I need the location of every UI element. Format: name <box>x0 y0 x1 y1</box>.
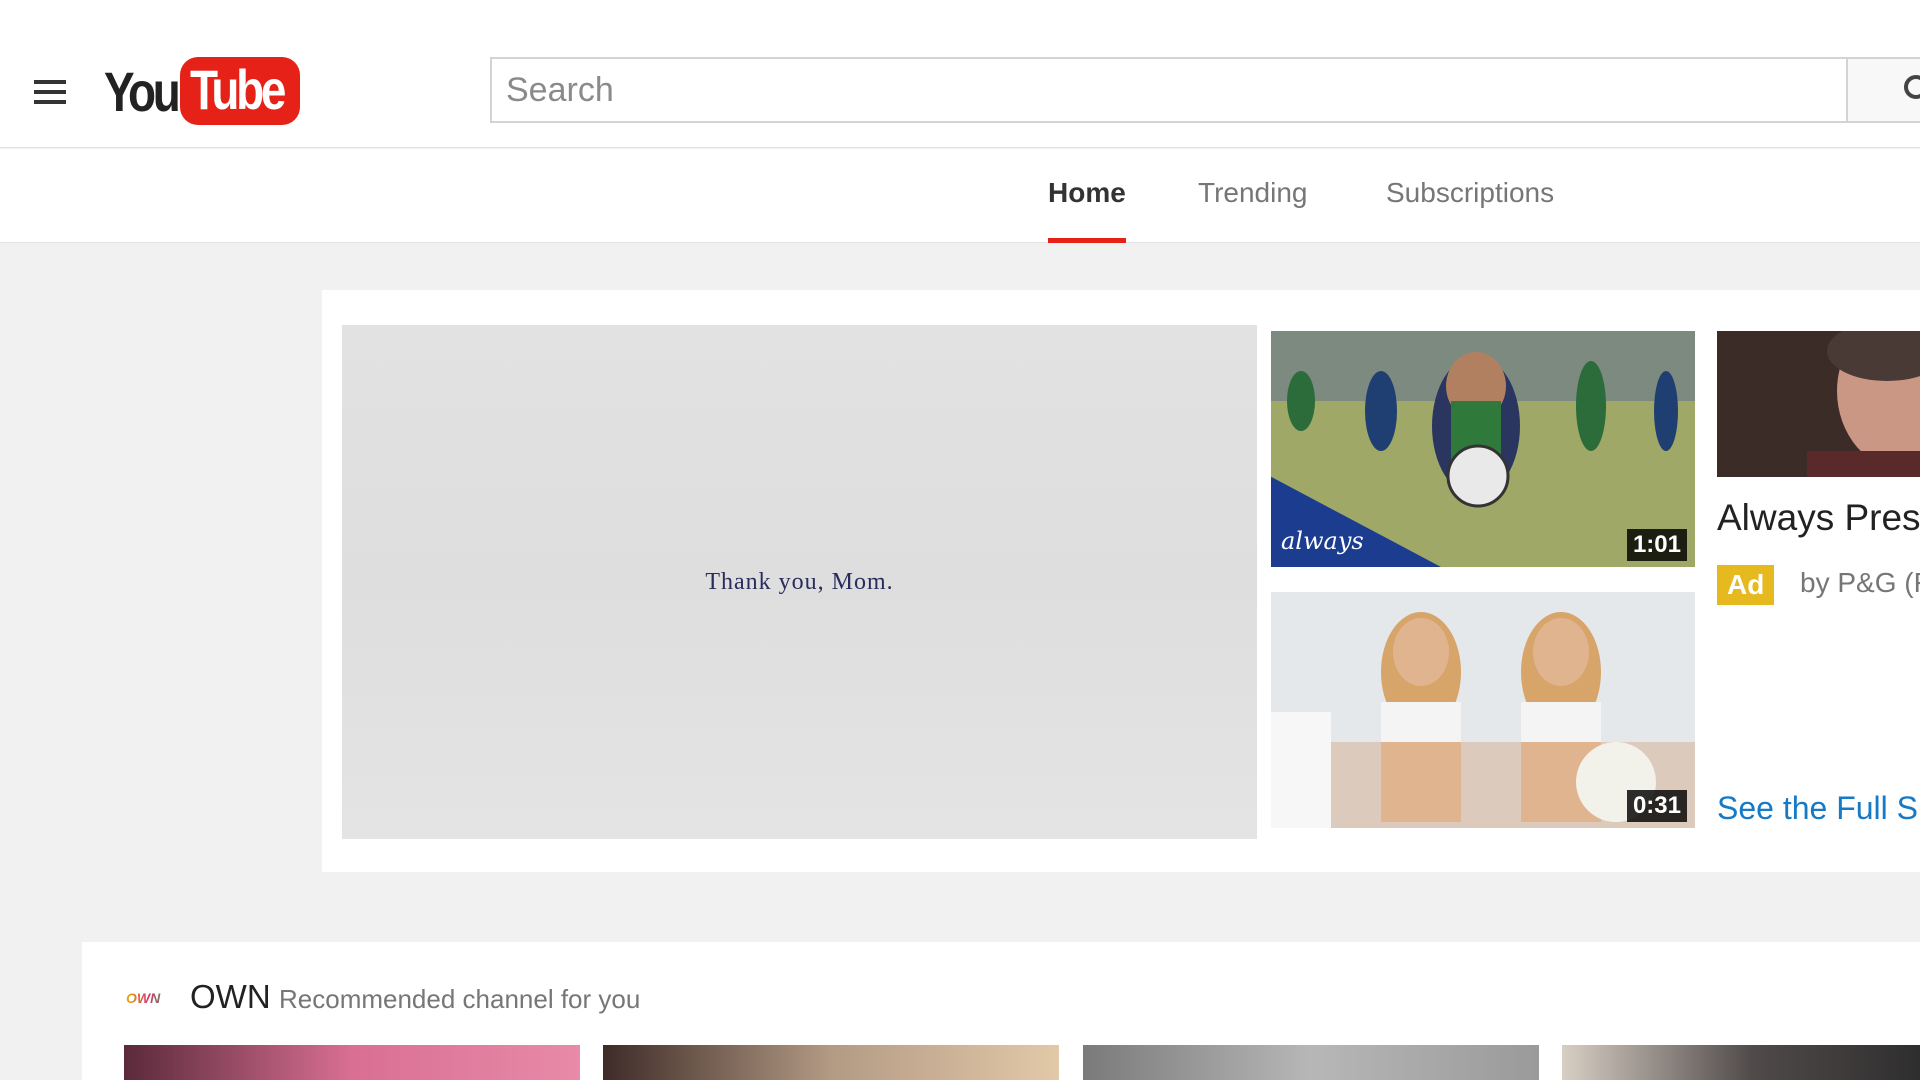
tab-subscriptions[interactable]: Subscriptions <box>1386 177 1554 243</box>
menu-icon[interactable] <box>34 80 68 104</box>
promo-link[interactable]: See the Full S <box>1717 790 1918 827</box>
tab-trending[interactable]: Trending <box>1198 177 1307 243</box>
search-box <box>490 57 1848 123</box>
masthead: You Tube <box>0 0 1920 148</box>
channel-subtitle: Recommended channel for you <box>279 984 641 1014</box>
portrait-scene-image <box>1717 331 1920 477</box>
promo-title[interactable]: Always Pres <box>1717 497 1920 539</box>
main-video-caption: Thank you, Mom. <box>705 569 894 595</box>
channel-name[interactable]: OWN <box>190 978 271 1016</box>
promo-thumbnail-2[interactable]: 0:31 <box>1271 592 1695 828</box>
search-input[interactable] <box>492 59 1848 121</box>
shelf-thumbnail[interactable] <box>1083 1045 1539 1080</box>
promo-thumbnail-1[interactable]: always 1:01 <box>1271 331 1695 567</box>
video-duration: 1:01 <box>1626 529 1687 561</box>
promo-side-thumbnail[interactable] <box>1717 331 1920 477</box>
channel-logo-icon[interactable]: OWN <box>126 986 170 1010</box>
logo-you-text: You <box>104 59 181 123</box>
promo-byline: by P&G (F <box>1800 567 1920 598</box>
search-button[interactable] <box>1846 57 1920 123</box>
shelf-thumbnail[interactable] <box>603 1045 1059 1080</box>
video-duration: 0:31 <box>1626 790 1687 822</box>
shelf-thumbnail[interactable] <box>124 1045 580 1080</box>
brand-overlay-text: always <box>1281 527 1364 555</box>
main-promo-video[interactable]: Thank you, Mom. <box>342 325 1257 839</box>
search-icon <box>1904 75 1920 99</box>
youtube-logo[interactable]: You Tube <box>104 56 300 126</box>
shelf-thumbnail[interactable] <box>1562 1045 1920 1080</box>
ad-badge: Ad <box>1717 565 1775 605</box>
logo-tube-badge: Tube <box>180 57 300 125</box>
feed-tabs: Home Trending Subscriptions <box>0 149 1920 243</box>
tab-home[interactable]: Home <box>1048 177 1126 243</box>
